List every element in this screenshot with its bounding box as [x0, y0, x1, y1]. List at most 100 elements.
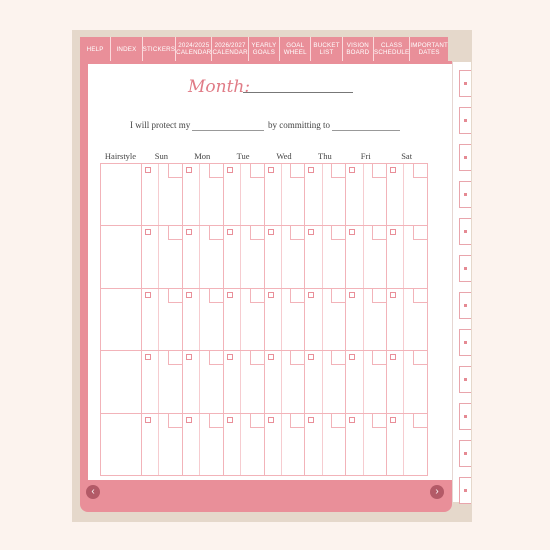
date-number-box[interactable] [331, 413, 346, 428]
side-tab[interactable] [459, 218, 471, 245]
day-cell[interactable] [182, 226, 224, 289]
day-cell[interactable] [346, 351, 388, 414]
day-cell[interactable] [141, 164, 183, 227]
day-cell[interactable] [305, 164, 347, 227]
date-number-box[interactable] [413, 351, 427, 366]
day-cell[interactable] [264, 226, 306, 289]
tab-class-schedule[interactable]: CLASS SCHEDULE [374, 37, 411, 61]
day-checkbox[interactable] [308, 167, 315, 173]
date-number-box[interactable] [372, 226, 387, 241]
tab-yearly-goals[interactable]: YEARLY GOALS [249, 37, 281, 61]
day-checkbox[interactable] [226, 167, 233, 173]
side-tab[interactable] [459, 181, 471, 208]
day-cell[interactable] [305, 288, 347, 352]
tab-vision-board[interactable]: VISION BOARD [343, 37, 375, 61]
day-checkbox[interactable] [185, 354, 192, 361]
side-tab[interactable] [459, 292, 471, 319]
date-number-box[interactable] [372, 164, 387, 178]
tab-goal-wheel[interactable]: GOAL WHEEL [280, 37, 312, 61]
side-tab[interactable] [459, 144, 471, 171]
date-number-box[interactable] [290, 226, 305, 241]
day-cell[interactable] [305, 413, 347, 476]
date-number-box[interactable] [208, 413, 223, 428]
tab-bucket-list[interactable]: BUCKET LIST [311, 37, 343, 61]
date-number-box[interactable] [413, 226, 427, 241]
day-cell[interactable] [223, 288, 265, 352]
hairstyle-cell[interactable] [101, 164, 142, 227]
next-page-button[interactable]: › [430, 485, 444, 499]
side-tab[interactable] [459, 70, 471, 97]
day-cell[interactable] [182, 351, 224, 414]
pledge-blank-2[interactable] [332, 130, 400, 131]
date-number-box[interactable] [208, 164, 223, 178]
day-checkbox[interactable] [226, 229, 233, 236]
day-checkbox[interactable] [308, 416, 315, 423]
pledge-blank-1[interactable] [192, 130, 264, 131]
day-cell[interactable] [387, 288, 428, 352]
date-number-box[interactable] [290, 288, 305, 303]
date-number-box[interactable] [167, 351, 182, 366]
date-number-box[interactable] [413, 413, 427, 428]
prev-page-button[interactable]: ‹ [86, 485, 100, 499]
date-number-box[interactable] [331, 164, 346, 178]
day-cell[interactable] [305, 226, 347, 289]
side-tab[interactable] [459, 329, 471, 356]
day-checkbox[interactable] [390, 167, 397, 173]
day-cell[interactable] [141, 351, 183, 414]
date-number-box[interactable] [290, 413, 305, 428]
day-checkbox[interactable] [144, 229, 151, 236]
tab-stickers[interactable]: STICKERS [143, 37, 177, 61]
day-checkbox[interactable] [390, 291, 397, 298]
day-cell[interactable] [223, 413, 265, 476]
day-checkbox[interactable] [185, 167, 192, 173]
day-checkbox[interactable] [226, 416, 233, 423]
date-number-box[interactable] [331, 288, 346, 303]
tab-important-dates[interactable]: IMPORTANT DATES [410, 37, 448, 61]
day-checkbox[interactable] [185, 229, 192, 236]
day-checkbox[interactable] [226, 354, 233, 361]
day-checkbox[interactable] [185, 291, 192, 298]
date-number-box[interactable] [372, 351, 387, 366]
day-cell[interactable] [387, 413, 428, 476]
day-checkbox[interactable] [144, 291, 151, 298]
hairstyle-cell[interactable] [101, 288, 142, 352]
day-checkbox[interactable] [144, 167, 151, 173]
day-cell[interactable] [141, 413, 183, 476]
day-cell[interactable] [223, 164, 265, 227]
date-number-box[interactable] [372, 288, 387, 303]
day-checkbox[interactable] [267, 291, 274, 298]
day-checkbox[interactable] [144, 416, 151, 423]
day-checkbox[interactable] [267, 167, 274, 173]
day-checkbox[interactable] [349, 167, 356, 173]
date-number-box[interactable] [331, 226, 346, 241]
day-cell[interactable] [264, 164, 306, 227]
day-cell[interactable] [346, 164, 388, 227]
day-checkbox[interactable] [349, 229, 356, 236]
day-cell[interactable] [182, 413, 224, 476]
tab-index[interactable]: INDEX [111, 37, 143, 61]
day-cell[interactable] [141, 226, 183, 289]
day-checkbox[interactable] [390, 416, 397, 423]
date-number-box[interactable] [372, 413, 387, 428]
day-cell[interactable] [223, 351, 265, 414]
day-cell[interactable] [387, 164, 428, 227]
date-number-box[interactable] [167, 164, 182, 178]
day-cell[interactable] [141, 288, 183, 352]
side-tab[interactable] [459, 366, 471, 393]
date-number-box[interactable] [167, 288, 182, 303]
tab-2026-2027-calendar[interactable]: 2026/2027 CALENDAR [212, 37, 249, 61]
day-checkbox[interactable] [144, 354, 151, 361]
date-number-box[interactable] [208, 351, 223, 366]
side-tab[interactable] [459, 403, 471, 430]
side-tab[interactable] [459, 255, 471, 282]
hairstyle-cell[interactable] [101, 351, 142, 414]
day-checkbox[interactable] [267, 416, 274, 423]
day-checkbox[interactable] [349, 416, 356, 423]
day-checkbox[interactable] [267, 229, 274, 236]
side-tab[interactable] [459, 440, 471, 467]
date-number-box[interactable] [249, 413, 264, 428]
hairstyle-cell[interactable] [101, 413, 142, 476]
date-number-box[interactable] [167, 226, 182, 241]
day-cell[interactable] [223, 226, 265, 289]
day-cell[interactable] [387, 226, 428, 289]
